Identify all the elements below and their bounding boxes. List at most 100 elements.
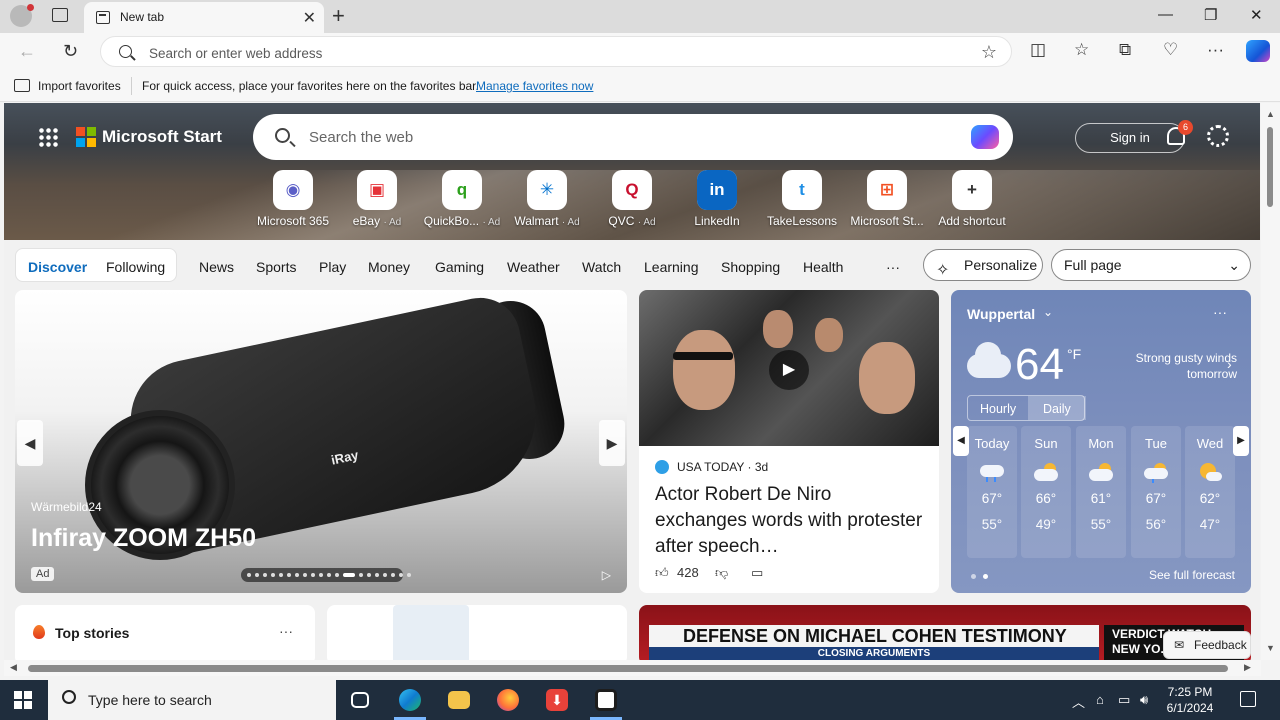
shortcut-qvc[interactable]: Q QVC · Ad bbox=[590, 170, 674, 228]
file-explorer-icon[interactable] bbox=[435, 680, 483, 720]
horizontal-scrollbar[interactable]: ◀ ▶ bbox=[4, 660, 1261, 676]
carousel-dot[interactable] bbox=[295, 573, 299, 577]
close-tab-icon[interactable]: ✕ bbox=[303, 8, 316, 28]
edge-icon[interactable] bbox=[386, 680, 434, 720]
weather-city[interactable]: Wuppertal bbox=[967, 306, 1035, 322]
carousel-dot[interactable] bbox=[311, 573, 315, 577]
favorite-star-icon[interactable]: ☆ bbox=[981, 42, 997, 63]
tray-expand-icon[interactable]: ︿ bbox=[1072, 692, 1085, 711]
shortcut-linkedin[interactable]: in LinkedIn bbox=[675, 170, 759, 228]
shortcut-plus[interactable]: + Add shortcut bbox=[930, 170, 1014, 228]
forecast-day[interactable]: Today 67° 55° bbox=[967, 426, 1017, 558]
new-tab-button[interactable]: + bbox=[332, 3, 345, 29]
tab-actions-icon[interactable] bbox=[52, 8, 68, 22]
brand-title[interactable]: Microsoft Start bbox=[102, 127, 222, 147]
restore-icon[interactable]: ❐ bbox=[1204, 6, 1217, 24]
carousel-dot[interactable] bbox=[359, 573, 363, 577]
carousel-dot[interactable] bbox=[399, 573, 403, 577]
hide-story-icon[interactable]: ▭ bbox=[751, 565, 763, 581]
carousel-dot[interactable] bbox=[327, 573, 331, 577]
taskbar-clock[interactable]: 7:25 PM 6/1/2024 bbox=[1150, 684, 1230, 716]
carousel-dot[interactable] bbox=[279, 573, 283, 577]
more-menu-icon[interactable]: ··· bbox=[1207, 40, 1224, 60]
video-card[interactable]: DEFENSE ON MICHAEL COHEN TESTIMONY CLOSI… bbox=[639, 605, 1251, 660]
carousel-dot[interactable] bbox=[319, 573, 323, 577]
tab-discover[interactable]: Discover bbox=[28, 259, 87, 275]
firefox-icon[interactable] bbox=[484, 680, 532, 720]
top-stories-more-icon[interactable]: ··· bbox=[279, 623, 293, 639]
carousel-dots[interactable] bbox=[241, 568, 411, 582]
browser-essentials-icon[interactable]: ♡ bbox=[1163, 40, 1178, 60]
adchoices-icon[interactable]: ▷ bbox=[602, 568, 611, 582]
split-screen-icon[interactable]: ◫ bbox=[1030, 40, 1046, 60]
carousel-dot[interactable] bbox=[263, 573, 267, 577]
nav-health[interactable]: Health bbox=[803, 259, 843, 275]
carousel-dot[interactable] bbox=[391, 573, 395, 577]
carousel-dot[interactable] bbox=[367, 573, 371, 577]
close-window-icon[interactable]: ✕ bbox=[1250, 6, 1263, 24]
carousel-dot[interactable] bbox=[247, 573, 251, 577]
address-bar[interactable]: Search or enter web address ☆ bbox=[100, 36, 1012, 67]
taskbar-search[interactable]: Type here to search bbox=[48, 680, 336, 720]
download-app-icon[interactable]: ⬇ bbox=[533, 680, 581, 720]
shortcut-walmart[interactable]: ✳ Walmart · Ad bbox=[505, 170, 589, 228]
nav-shopping[interactable]: Shopping bbox=[721, 259, 780, 275]
carousel-next-icon[interactable]: ▶ bbox=[599, 420, 625, 466]
shortcut-quickbooks[interactable]: q QuickBo... · Ad bbox=[420, 170, 504, 228]
forecast-next-icon[interactable]: ▶ bbox=[1233, 426, 1249, 456]
manage-favorites-link[interactable]: Manage favorites now bbox=[476, 79, 593, 93]
vertical-scrollbar[interactable]: ▲ ▼ bbox=[1261, 103, 1280, 660]
favorites-icon[interactable]: ☆ bbox=[1074, 40, 1089, 60]
settings-gear-icon[interactable] bbox=[1207, 125, 1229, 147]
copilot-icon[interactable] bbox=[971, 125, 999, 149]
task-view-icon[interactable] bbox=[336, 680, 384, 720]
chevron-down-icon[interactable]: ⌄ bbox=[1043, 305, 1053, 319]
windows-start-icon[interactable] bbox=[14, 691, 32, 709]
temperature-unit[interactable]: °F bbox=[1067, 346, 1081, 362]
layout-select[interactable]: Full page ⌄ bbox=[1051, 249, 1251, 281]
tab-hourly[interactable]: Hourly bbox=[980, 402, 1016, 416]
forecast-day[interactable]: Mon 61° 55° bbox=[1076, 426, 1126, 558]
feedback-button[interactable]: ✉ Feedback bbox=[1163, 631, 1251, 659]
notification-center-icon[interactable] bbox=[1240, 691, 1256, 707]
minimize-icon[interactable]: — bbox=[1158, 6, 1173, 23]
forecast-day[interactable]: Wed 62° 47° bbox=[1185, 426, 1235, 558]
play-video-icon[interactable]: ▶ bbox=[769, 350, 809, 390]
profile-avatar-icon[interactable] bbox=[10, 4, 34, 27]
weather-alert[interactable]: Strong gusty winds tomorrow bbox=[1117, 350, 1237, 382]
shortcut-microsoft-store[interactable]: ⊞ Microsoft St... bbox=[845, 170, 929, 228]
carousel-dot[interactable] bbox=[255, 573, 259, 577]
shortcut-takelessons[interactable]: t TakeLessons bbox=[760, 170, 844, 228]
product-card[interactable] bbox=[327, 605, 627, 660]
web-search-box[interactable]: Search the web bbox=[253, 114, 1013, 160]
carousel-dot[interactable] bbox=[343, 573, 355, 577]
shortcut-microsoft-365[interactable]: ◉ Microsoft 365 bbox=[251, 170, 335, 228]
back-icon[interactable]: ← bbox=[18, 41, 36, 62]
like-icon[interactable]: 👍︎ bbox=[655, 565, 669, 581]
weather-more-icon[interactable]: ··· bbox=[1213, 304, 1227, 320]
tab-daily[interactable]: Daily bbox=[1043, 402, 1071, 416]
refresh-icon[interactable]: ↻ bbox=[63, 41, 78, 62]
carousel-dot[interactable] bbox=[375, 573, 379, 577]
nav-play[interactable]: Play bbox=[319, 259, 346, 275]
collections-icon[interactable]: ⧉ bbox=[1119, 40, 1131, 60]
nav-gaming[interactable]: Gaming bbox=[435, 259, 484, 275]
volume-icon[interactable]: 🔊︎ bbox=[1140, 692, 1148, 708]
nav-watch[interactable]: Watch bbox=[582, 259, 621, 275]
carousel-dot[interactable] bbox=[287, 573, 291, 577]
news-headline[interactable]: Actor Robert De Niro exchanges words wit… bbox=[655, 482, 925, 560]
forecast-day[interactable]: Tue 67° 56° bbox=[1131, 426, 1181, 558]
carousel-dot[interactable] bbox=[271, 573, 275, 577]
dislike-icon[interactable]: 👎︎ bbox=[715, 565, 728, 581]
nav-sports[interactable]: Sports bbox=[256, 259, 296, 275]
ad-title[interactable]: Infiray ZOOM ZH50 bbox=[31, 524, 256, 553]
meet-icon[interactable]: ⌂ bbox=[1096, 692, 1104, 707]
see-full-forecast-link[interactable]: See full forecast bbox=[1149, 568, 1235, 582]
weather-card[interactable]: Wuppertal ⌄ ··· 64 °F Strong gusty winds… bbox=[951, 290, 1251, 593]
network-icon[interactable]: ▭ bbox=[1118, 692, 1130, 708]
tab-new-tab[interactable]: New tab ✕ bbox=[84, 2, 324, 33]
shortcut-ebay[interactable]: ▣ eBay · Ad bbox=[335, 170, 419, 228]
personalize-button[interactable]: ✧ Personalize bbox=[923, 249, 1043, 281]
nav-news[interactable]: News bbox=[199, 259, 234, 275]
forecast-day[interactable]: Sun 66° 49° bbox=[1021, 426, 1071, 558]
